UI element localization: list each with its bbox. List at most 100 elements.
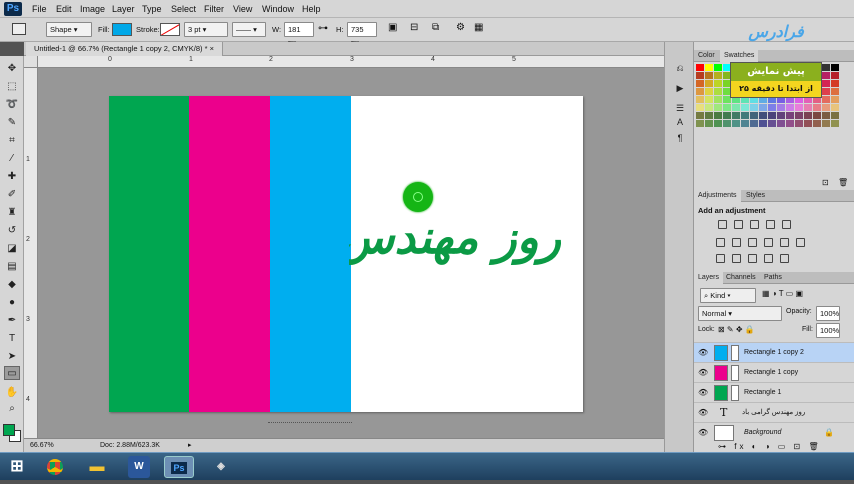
path-arrangement-icon[interactable]: ⧉: [432, 22, 439, 33]
stroke-width-field[interactable]: 3 pt ▾: [184, 22, 228, 37]
menu-view[interactable]: View: [229, 0, 256, 18]
swatch[interactable]: [822, 88, 830, 95]
zoom-tool-icon[interactable]: ⌕: [4, 402, 20, 416]
layer-row[interactable]: 👁 Rectangle 1: [694, 382, 854, 402]
eye-icon[interactable]: 👁: [698, 408, 708, 417]
gradient-tool-icon[interactable]: ▤: [4, 260, 20, 274]
clone-stamp-tool-icon[interactable]: ♜: [4, 206, 20, 220]
swatch[interactable]: [705, 96, 713, 103]
pen-tool-icon[interactable]: ✒: [4, 314, 20, 328]
height-field[interactable]: 735 px: [347, 22, 377, 47]
rectangle-1-copy[interactable]: [189, 96, 270, 412]
swatch[interactable]: [723, 104, 731, 111]
tab-channels[interactable]: Channels: [722, 272, 760, 284]
layer-name[interactable]: Rectangle 1 copy 2: [744, 343, 804, 363]
layer-row[interactable]: 👁 T روز مهندس گرامی باد: [694, 402, 854, 422]
opacity-field[interactable]: 100%: [816, 306, 840, 321]
tab-styles[interactable]: Styles: [742, 190, 769, 202]
menu-image[interactable]: Image: [76, 0, 109, 18]
pixel-filter-icon[interactable]: ▦ ◑ T ▭ ▣: [762, 289, 803, 298]
swatch[interactable]: [777, 120, 785, 127]
layer-row[interactable]: 👁 Rectangle 1 copy: [694, 362, 854, 382]
swatch[interactable]: [732, 120, 740, 127]
swatch[interactable]: [831, 80, 839, 87]
vertical-ruler[interactable]: 1 2 3 4: [24, 68, 38, 438]
swatch[interactable]: [696, 104, 704, 111]
photoshop-icon[interactable]: Ps: [164, 456, 194, 478]
brightness-contrast-icon[interactable]: [718, 220, 727, 229]
swatch[interactable]: [741, 112, 749, 119]
swatch[interactable]: [831, 96, 839, 103]
type-tool-icon[interactable]: T: [4, 332, 20, 346]
hand-tool-icon[interactable]: ✋: [4, 386, 20, 400]
swatch[interactable]: [741, 120, 749, 127]
tab-paths[interactable]: Paths: [760, 272, 786, 284]
layer-name[interactable]: روز مهندس گرامی باد: [742, 403, 805, 423]
swatch[interactable]: [750, 104, 758, 111]
blend-mode-select[interactable]: Normal ▾: [698, 306, 782, 321]
layer-actions-icons[interactable]: ⊶ fx ◐ ◑ ▭ ⊡ 🗑: [718, 442, 822, 451]
swatch[interactable]: [831, 112, 839, 119]
menu-file[interactable]: File: [28, 0, 51, 18]
layer-row[interactable]: 👁 Rectangle 1 copy 2: [694, 342, 854, 362]
quick-select-tool-icon[interactable]: ✎: [4, 116, 20, 130]
link-icon[interactable]: ⊶: [318, 23, 328, 34]
gradient-map-icon[interactable]: [780, 254, 789, 263]
document-canvas[interactable]: روز مهندس گ: [109, 96, 583, 412]
width-field[interactable]: 181 px: [284, 22, 314, 47]
menu-type[interactable]: Type: [138, 0, 166, 18]
menu-window[interactable]: Window: [258, 0, 298, 18]
swatch[interactable]: [705, 88, 713, 95]
swatch[interactable]: [822, 112, 830, 119]
swatch[interactable]: [822, 120, 830, 127]
paragraph-panel-icon[interactable]: ¶: [673, 132, 687, 144]
fill-field[interactable]: 100%: [816, 323, 840, 338]
swatch[interactable]: [831, 104, 839, 111]
horizontal-ruler[interactable]: 0 1 2 3 4 5: [38, 56, 664, 68]
swatch[interactable]: [723, 112, 731, 119]
swatch[interactable]: [795, 112, 803, 119]
status-menu-arrow-icon[interactable]: ▸: [188, 439, 192, 453]
rectangle-1-copy-2[interactable]: [270, 96, 351, 412]
word-icon[interactable]: W: [128, 456, 150, 478]
swatch[interactable]: [786, 112, 794, 119]
swatch[interactable]: [696, 64, 704, 71]
swatch[interactable]: [696, 120, 704, 127]
swatch[interactable]: [714, 112, 722, 119]
swatch[interactable]: [786, 120, 794, 127]
eye-icon[interactable]: 👁: [698, 368, 708, 377]
swatch[interactable]: [804, 120, 812, 127]
swatch[interactable]: [831, 88, 839, 95]
foreground-color-swatch[interactable]: [3, 424, 15, 436]
swatch[interactable]: [714, 96, 722, 103]
threshold-icon[interactable]: [748, 254, 757, 263]
layer-name[interactable]: Rectangle 1: [744, 383, 781, 403]
zoom-level[interactable]: 66.67%: [30, 439, 54, 453]
document-tab[interactable]: Untitled-1 @ 66.7% (Rectangle 1 copy 2, …: [26, 42, 224, 56]
curves-icon[interactable]: [750, 220, 759, 229]
vibrance-icon[interactable]: [782, 220, 791, 229]
path-selection-tool-icon[interactable]: ➤: [4, 350, 20, 364]
swatch[interactable]: [714, 88, 722, 95]
channel-mixer-icon[interactable]: [780, 238, 789, 247]
posterize-icon[interactable]: [732, 254, 741, 263]
swatch[interactable]: [786, 104, 794, 111]
color-lookup-icon[interactable]: [796, 238, 805, 247]
swatch[interactable]: [696, 88, 704, 95]
swatch[interactable]: [732, 104, 740, 111]
menu-select[interactable]: Select: [167, 0, 200, 18]
layer-name[interactable]: Background: [744, 423, 781, 443]
start-button[interactable]: ⊞: [2, 456, 32, 478]
swatch[interactable]: [777, 104, 785, 111]
tab-swatches[interactable]: Swatches: [720, 50, 759, 62]
shape-mode-select[interactable]: Shape ▾: [46, 22, 92, 37]
history-panel-icon[interactable]: ⎌: [673, 62, 687, 74]
shape-tool-preset-icon[interactable]: [12, 23, 26, 35]
swatch[interactable]: [831, 120, 839, 127]
blur-tool-icon[interactable]: ◆: [4, 278, 20, 292]
swatch[interactable]: [750, 120, 758, 127]
color-balance-icon[interactable]: [732, 238, 741, 247]
eye-icon[interactable]: 👁: [698, 348, 708, 357]
lock-icons[interactable]: ⊠ ✎ ✥ 🔒: [718, 325, 755, 334]
properties-panel-icon[interactable]: ☰: [673, 102, 687, 114]
